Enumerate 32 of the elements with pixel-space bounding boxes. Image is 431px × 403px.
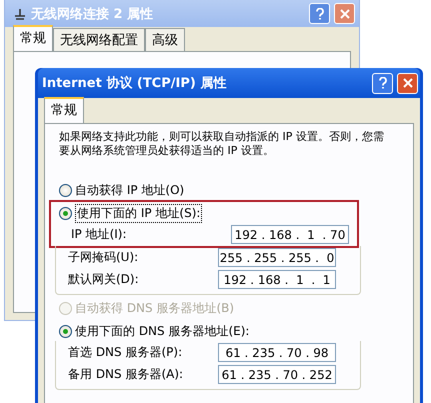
help-button[interactable] <box>309 3 330 24</box>
ip-address-field[interactable]: 61 . 235 . 70 . 98 <box>218 342 336 362</box>
field-label: 子网掩码(U): <box>68 248 138 266</box>
field-label: IP 地址(I): <box>71 226 127 242</box>
close-icon <box>340 8 350 18</box>
radio-label[interactable]: 使用下面的 IP 地址(S): <box>75 204 202 222</box>
tab[interactable]: 无线网络配置 <box>53 28 145 51</box>
close-icon <box>402 78 412 88</box>
ip-address-field[interactable]: 255 . 255 . 255 . 0 <box>218 248 336 266</box>
description-text: 如果网络支持此功能，则可以获取自动指派的 IP 设置。否则，您需要从网络系统管理员处获得适当的 IP 设置。 <box>59 130 385 158</box>
question-mark-icon <box>378 77 388 89</box>
radio-button[interactable] <box>59 324 72 338</box>
tab[interactable]: 高级 <box>145 28 185 51</box>
close-button[interactable] <box>397 72 418 94</box>
tab[interactable]: 常规 <box>44 97 84 123</box>
network-icon <box>13 8 27 20</box>
radio-label[interactable]: 使用下面的 DNS 服务器地址(E): <box>75 322 250 340</box>
window-title: 无线网络连接 2 属性 <box>31 6 154 22</box>
radio-label[interactable]: 自动获得 IP 地址(O) <box>75 182 184 198</box>
field-label: 默认网关(D): <box>68 270 139 288</box>
ip-address-field[interactable]: 192 . 168 . 1 . 1 <box>218 270 336 288</box>
field-label: 备用 DNS 服务器(A): <box>68 366 184 382</box>
ip-address-field[interactable]: 192 . 168 . 1 . 70 <box>231 224 349 244</box>
question-mark-icon <box>314 8 324 20</box>
close-button[interactable] <box>334 3 355 24</box>
field-label: 首选 DNS 服务器(P): <box>68 344 182 360</box>
tab[interactable]: 常规 <box>13 25 53 51</box>
radio-button[interactable] <box>59 184 72 196</box>
radio-button[interactable] <box>59 206 72 220</box>
help-button[interactable] <box>372 72 393 94</box>
ip-address-field[interactable]: 61 . 235 . 70 . 252 <box>218 364 336 384</box>
window-title: Internet 协议 (TCP/IP) 属性 <box>42 74 228 92</box>
